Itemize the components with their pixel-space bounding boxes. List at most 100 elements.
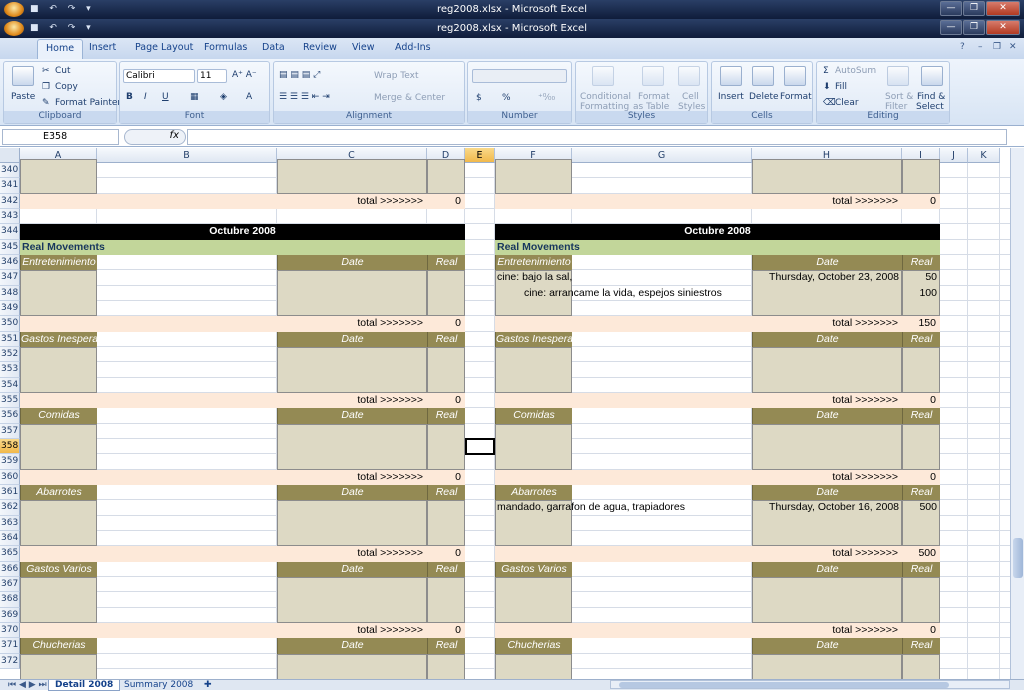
row-header-344[interactable]: 344 [0, 224, 20, 240]
horizontal-scroll-thumb[interactable] [619, 682, 949, 688]
row-header-351[interactable]: 351 [0, 331, 20, 347]
insert-cells-button[interactable]: Insert [718, 92, 744, 102]
paste-button[interactable]: Paste [11, 92, 35, 102]
vertical-align-icons[interactable]: ▤ ▤ ▤ ⤢ [279, 70, 320, 80]
column-header-j[interactable]: J [940, 148, 968, 163]
row-header-341[interactable]: 341 [0, 178, 20, 194]
row-header-353[interactable]: 353 [0, 362, 20, 378]
row-header-370[interactable]: 370 [0, 622, 20, 639]
name-box[interactable]: E358 [2, 129, 119, 145]
row-header-361[interactable]: 361 [0, 484, 20, 501]
row-header-350[interactable]: 350 [0, 316, 20, 332]
row-header-349[interactable]: 349 [0, 300, 20, 317]
bold-icon[interactable]: B [126, 92, 133, 102]
vertical-scroll-thumb[interactable] [1013, 538, 1023, 578]
clear-button[interactable]: Clear [835, 98, 859, 108]
row-header-369[interactable]: 369 [0, 607, 20, 623]
font-size-select[interactable]: 11 [197, 69, 227, 83]
row-header-354[interactable]: 354 [0, 377, 20, 393]
tab-data[interactable]: Data [262, 42, 285, 53]
row-header-358[interactable]: 358 [0, 438, 20, 455]
column-header-g[interactable]: G [572, 148, 752, 163]
restore-icon[interactable]: ❐ [963, 20, 985, 35]
row-header-356[interactable]: 356 [0, 408, 20, 424]
insert-cells-icon[interactable] [720, 66, 742, 86]
minimize-icon[interactable]: — [940, 1, 962, 16]
row-header-342[interactable]: 342 [0, 193, 20, 209]
ribbon-restore-icon[interactable]: ❐ [993, 42, 1001, 52]
sort-filter-button[interactable]: Sort & [885, 92, 913, 102]
row-header-357[interactable]: 357 [0, 423, 20, 439]
conditional-formatting-icon[interactable] [592, 66, 614, 86]
underline-icon[interactable]: U [162, 92, 169, 102]
tab-formulas[interactable]: Formulas [204, 42, 247, 53]
insert-function-icon[interactable]: fx [124, 129, 186, 145]
cell-styles-icon[interactable] [678, 66, 700, 86]
format-as-table-icon[interactable] [642, 66, 664, 86]
row-header-365[interactable]: 365 [0, 546, 20, 562]
row-header-360[interactable]: 360 [0, 469, 20, 485]
row-header-359[interactable]: 359 [0, 454, 20, 470]
borders-icon[interactable]: ▦ [190, 92, 199, 102]
close-icon[interactable]: ✕ [986, 1, 1020, 16]
fill-button[interactable]: Fill [835, 82, 847, 92]
find-select-button[interactable]: Find & [917, 92, 945, 102]
tab-home[interactable]: Home [37, 39, 84, 59]
format-painter-button[interactable]: Format Painter [55, 98, 121, 108]
row-header-364[interactable]: 364 [0, 530, 20, 547]
restore-icon[interactable]: ❐ [963, 1, 985, 16]
sort-filter-icon[interactable] [887, 66, 909, 86]
sheet-tab-detail-2008[interactable]: Detail 2008 [48, 680, 121, 691]
row-header-366[interactable]: 366 [0, 561, 20, 577]
autosum-button[interactable]: AutoSum [835, 66, 876, 76]
row-header-352[interactable]: 352 [0, 346, 20, 363]
tab-insert[interactable]: Insert [89, 42, 116, 53]
column-header-e[interactable]: E [465, 148, 495, 163]
font-name-select[interactable]: Calibri [123, 69, 195, 83]
minimize-icon[interactable]: — [940, 20, 962, 35]
tab-view[interactable]: View [352, 42, 375, 53]
sheet-tab-summary-2008[interactable]: Summary 2008 [118, 680, 199, 691]
column-header-k[interactable]: K [968, 148, 1000, 163]
format-cells-button[interactable]: Format [780, 92, 812, 102]
cell-styles-button[interactable]: Cell [682, 92, 699, 102]
format-as-table-button[interactable]: Format [638, 92, 670, 102]
row-header-343[interactable]: 343 [0, 208, 20, 225]
sheet-nav-icons[interactable]: ⏮ ◀ ▶ ⏭ [2, 680, 53, 691]
horizontal-scrollbar[interactable] [610, 680, 1010, 689]
wrap-text-button[interactable]: Wrap Text [374, 71, 419, 81]
copy-button[interactable]: Copy [55, 82, 78, 92]
cut-button[interactable]: Cut [55, 66, 71, 76]
row-header-372[interactable]: 372 [0, 653, 20, 669]
number-format-select[interactable] [472, 69, 567, 83]
worksheet-grid[interactable]: A B C D E F G H I J K 340 341 342 343 344 345 346 347 348 34… [0, 148, 1024, 679]
row-header-368[interactable]: 368 [0, 592, 20, 608]
row-header-346[interactable]: 346 [0, 254, 20, 271]
row-header-363[interactable]: 363 [0, 515, 20, 531]
horizontal-align-icons[interactable]: ☰ ☰ ☰ ⇤ ⇥ [279, 92, 330, 102]
italic-icon[interactable]: I [144, 92, 147, 102]
find-select-icon[interactable] [921, 66, 943, 86]
close-icon[interactable]: ✕ [986, 20, 1020, 35]
tab-add-ins[interactable]: Add-Ins [395, 42, 431, 53]
fill-icon[interactable]: ⬇ [823, 82, 831, 92]
delete-cells-button[interactable]: Delete [749, 92, 779, 102]
ribbon-minimize-icon[interactable]: – [978, 42, 983, 52]
fill-color-icon[interactable]: ◈ [220, 92, 227, 102]
help-icon[interactable]: ? [960, 42, 965, 52]
vertical-scrollbar[interactable] [1010, 148, 1024, 679]
tab-review[interactable]: Review [303, 42, 337, 53]
column-header-b[interactable]: B [97, 148, 277, 163]
clear-icon[interactable]: ⌫ [823, 98, 836, 108]
row-header-348[interactable]: 348 [0, 285, 20, 301]
decimal-icons[interactable]: ⁺⁰⁄₀₀ [538, 93, 555, 103]
autosum-icon[interactable]: Σ [823, 66, 829, 76]
ribbon-close-icon[interactable]: ✕ [1009, 42, 1017, 52]
row-header-355[interactable]: 355 [0, 392, 20, 409]
merge-center-button[interactable]: Merge & Center [374, 93, 445, 103]
active-cell-selection[interactable] [465, 437, 495, 456]
row-header-340[interactable]: 340 [0, 163, 20, 179]
cut-icon[interactable]: ✂ [42, 66, 50, 76]
format-painter-icon[interactable]: ✎ [42, 98, 50, 108]
select-all-corner[interactable] [0, 148, 20, 163]
